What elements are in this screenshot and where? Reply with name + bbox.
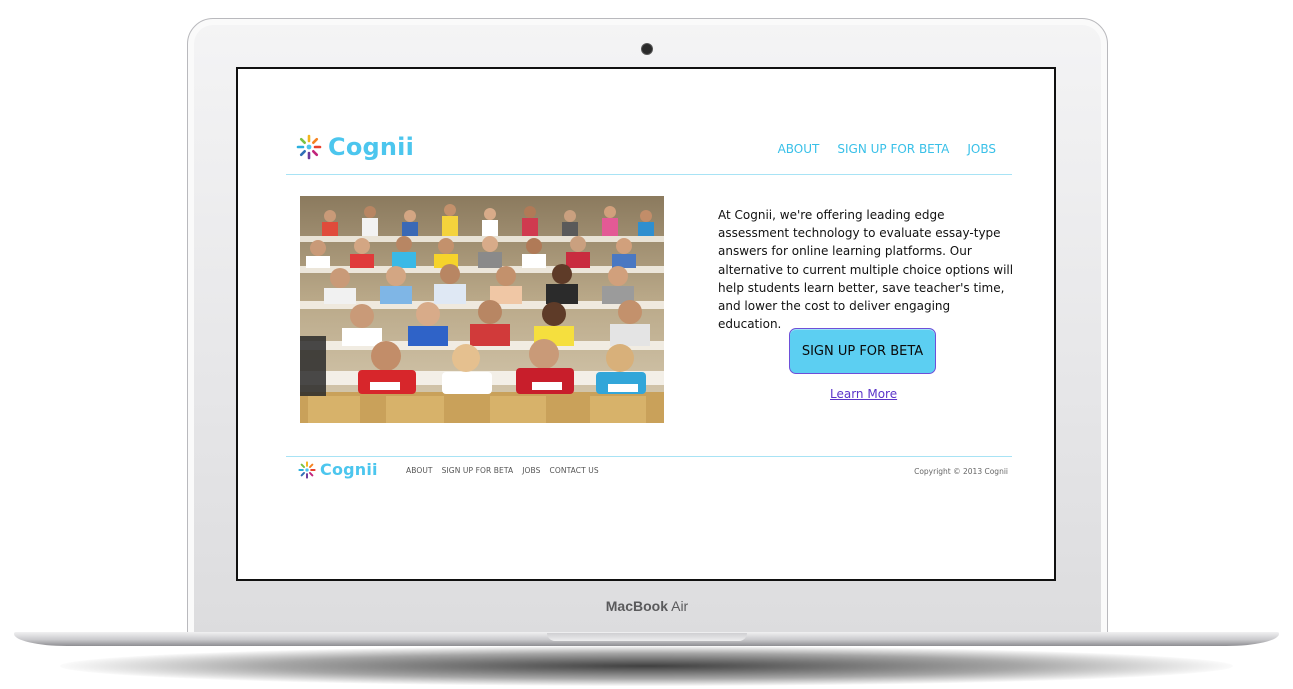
copyright-text: Copyright © 2013 Cognii (914, 467, 1008, 476)
nav-sign-up-for-beta[interactable]: SIGN UP FOR BETA (837, 142, 949, 156)
learn-more-link[interactable]: Learn More (830, 387, 897, 401)
header-logo[interactable]: Cognii (296, 133, 414, 161)
laptop-notch (547, 633, 747, 641)
laptop-screen: Cognii ABOUT SIGN UP FOR BETA JOBS At Co… (236, 67, 1056, 581)
brand-light: Air (671, 598, 689, 614)
laptop-brand-label: MacBook Air (560, 598, 734, 614)
footer-logo-text: Cognii (320, 460, 378, 479)
intro-text: At Cognii, we're offering leading edge a… (718, 208, 1014, 332)
nav-about[interactable]: ABOUT (778, 142, 820, 156)
footer-logo[interactable]: Cognii (298, 460, 378, 479)
footer-divider (286, 456, 1012, 457)
laptop-shadow (60, 646, 1233, 686)
nav-jobs[interactable]: JOBS (967, 142, 996, 156)
camera-icon (642, 44, 652, 54)
header-divider (286, 174, 1012, 175)
lecture-hall-image (300, 196, 664, 423)
footer-nav-about[interactable]: ABOUT (406, 466, 433, 475)
footer-nav-jobs[interactable]: JOBS (522, 466, 540, 475)
logo-text: Cognii (328, 133, 415, 161)
footer-nav: ABOUT SIGN UP FOR BETA JOBS CONTACT US (406, 466, 599, 475)
sign-up-for-beta-button[interactable]: SIGN UP FOR BETA (789, 328, 936, 374)
cognii-logo-icon (298, 460, 316, 479)
brand-bold: MacBook (605, 598, 668, 614)
main-nav: ABOUT SIGN UP FOR BETA JOBS (778, 142, 996, 156)
cognii-logo-icon (296, 134, 322, 160)
footer-nav-sign-up-for-beta[interactable]: SIGN UP FOR BETA (442, 466, 514, 475)
footer-nav-contact-us[interactable]: CONTACT US (550, 466, 599, 475)
website: Cognii ABOUT SIGN UP FOR BETA JOBS At Co… (238, 69, 1054, 579)
students-photo (300, 196, 664, 423)
